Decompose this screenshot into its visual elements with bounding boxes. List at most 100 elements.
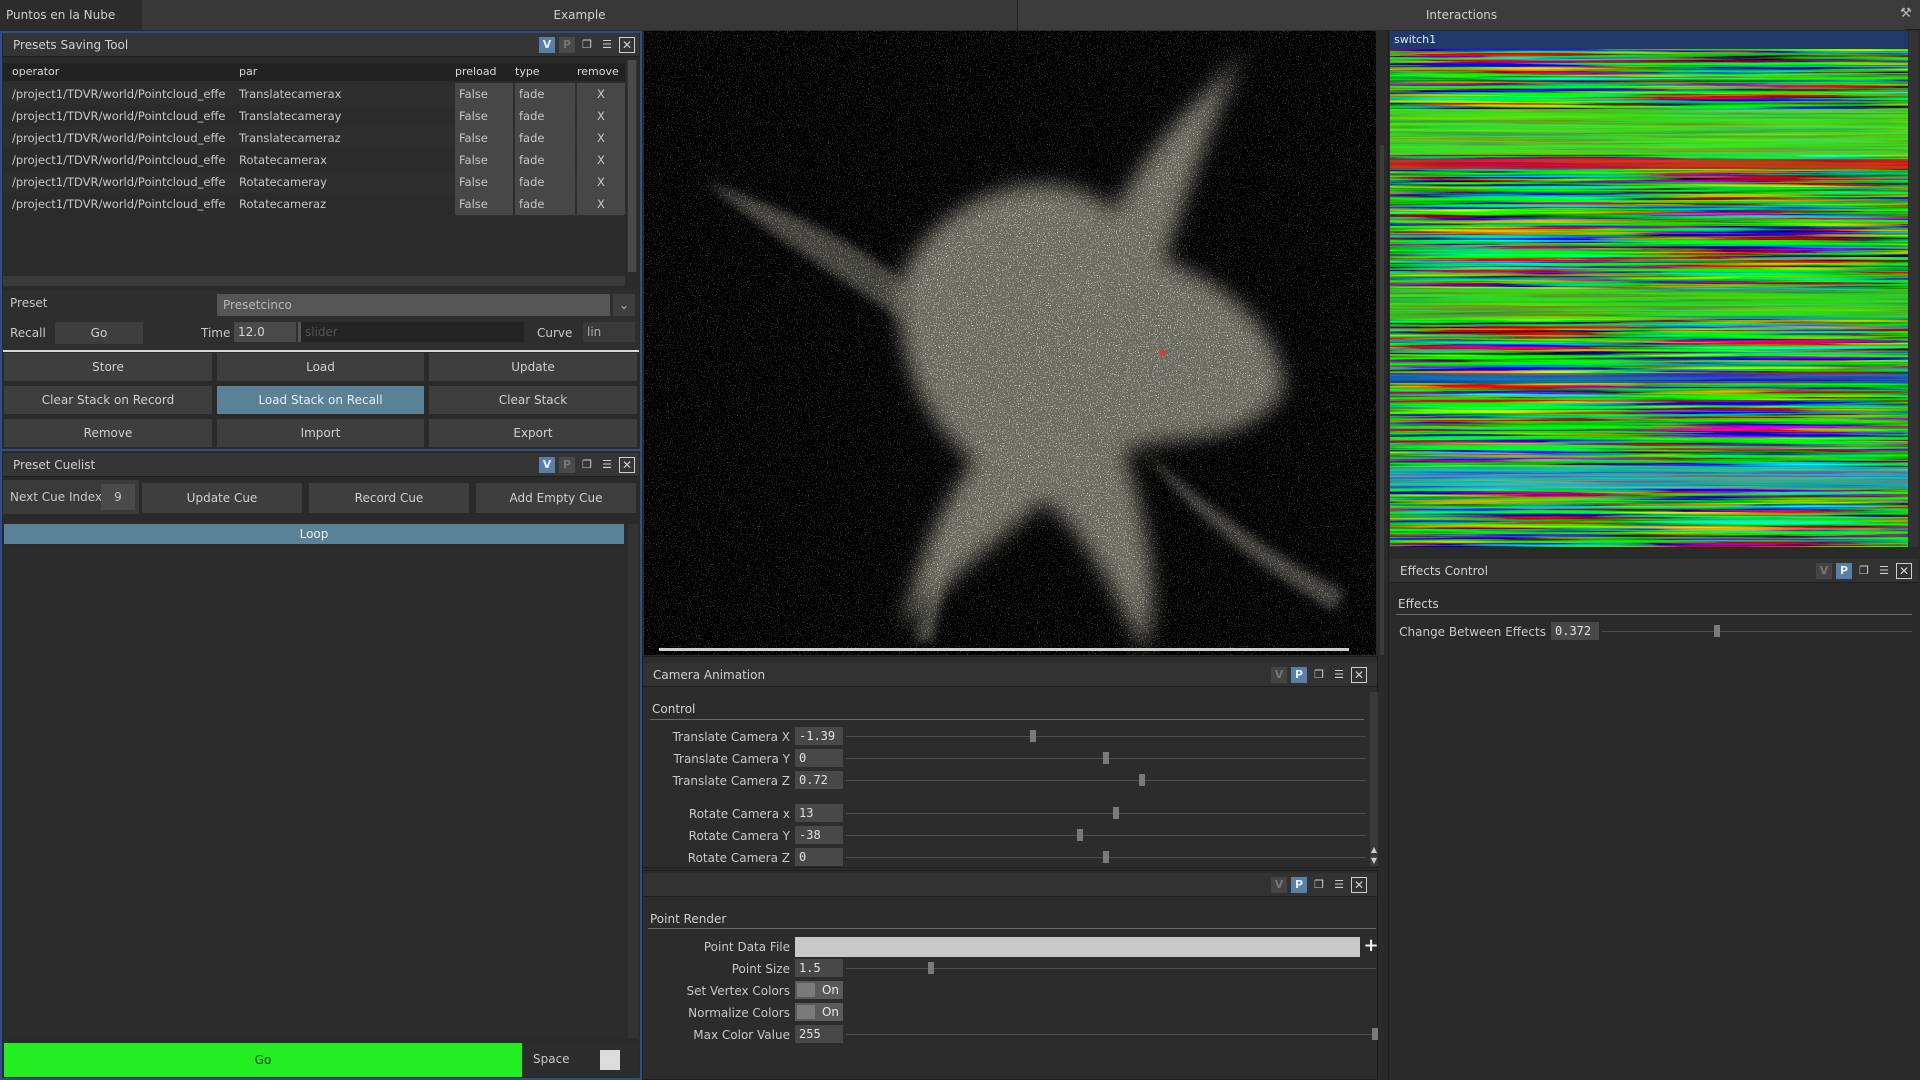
viewport-splitter[interactable]: [1380, 145, 1384, 655]
camera-param-knob[interactable]: [1139, 774, 1145, 786]
point-size-slider[interactable]: [846, 968, 1376, 969]
export-button[interactable]: Export: [429, 419, 637, 447]
camera-scrollbar[interactable]: [1370, 692, 1378, 866]
tab-interactions[interactable]: Interactions: [1017, 0, 1905, 30]
camera-param-field[interactable]: -38: [795, 826, 843, 844]
menu-icon[interactable]: ☰: [1331, 877, 1347, 893]
record-cue-button[interactable]: Record Cue: [309, 483, 469, 513]
time-slider[interactable]: slider: [298, 322, 524, 342]
scroll-arrows-icon[interactable]: ▲ ▼: [1370, 844, 1378, 866]
max-color-slider[interactable]: [846, 1034, 1376, 1035]
viewer-toggle-icon[interactable]: V: [1816, 563, 1832, 579]
copy-icon[interactable]: ❐: [579, 457, 595, 473]
cell-preload[interactable]: False: [455, 105, 513, 127]
close-icon[interactable]: ✕: [619, 37, 635, 53]
cell-preload[interactable]: False: [455, 149, 513, 171]
cell-preload[interactable]: False: [455, 83, 513, 105]
camera-param-knob[interactable]: [1030, 730, 1036, 742]
time-field[interactable]: 12.0: [234, 322, 296, 342]
recall-go-button[interactable]: Go: [55, 322, 143, 344]
remove-button[interactable]: Remove: [4, 419, 212, 447]
menu-icon[interactable]: ☰: [1876, 563, 1892, 579]
camera-param-slider[interactable]: [846, 813, 1366, 814]
change-between-effects-field[interactable]: 0.372: [1551, 622, 1599, 640]
close-icon[interactable]: ✕: [1351, 877, 1367, 893]
cell-remove[interactable]: X: [577, 83, 625, 105]
table-row[interactable]: /project1/TDVR/world/Pointcloud_effe Tran…: [3, 127, 625, 149]
camera-param-field[interactable]: 0: [795, 848, 843, 866]
cell-remove[interactable]: X: [577, 193, 625, 215]
next-cue-field[interactable]: 9: [101, 484, 135, 510]
cell-preload[interactable]: False: [455, 171, 513, 193]
tab-puntos[interactable]: Puntos en la Nube: [0, 0, 142, 30]
table-hscrollbar[interactable]: [3, 276, 625, 286]
point-size-field[interactable]: 1.5: [795, 959, 843, 977]
table-row[interactable]: /project1/TDVR/world/Pointcloud_effe Tran…: [3, 105, 625, 127]
param-toggle-icon[interactable]: P: [559, 457, 575, 473]
clear-stack-button[interactable]: Clear Stack: [429, 386, 637, 414]
cell-type[interactable]: fade: [515, 171, 575, 193]
store-button[interactable]: Store: [4, 353, 212, 381]
menu-icon[interactable]: ☰: [1331, 667, 1347, 683]
camera-param-knob[interactable]: [1103, 851, 1109, 863]
preset-select[interactable]: Presetcinco: [217, 294, 610, 316]
cell-type[interactable]: fade: [515, 193, 575, 215]
update-cue-button[interactable]: Update Cue: [142, 483, 302, 513]
chevron-down-icon[interactable]: ⌄: [613, 294, 635, 316]
cell-type[interactable]: fade: [515, 149, 575, 171]
table-row[interactable]: /project1/TDVR/world/Pointcloud_effe Rota…: [3, 149, 625, 171]
add-file-icon[interactable]: +: [1363, 936, 1379, 956]
cell-type[interactable]: fade: [515, 127, 575, 149]
set-vertex-colors-toggle[interactable]: On: [795, 981, 843, 999]
close-icon[interactable]: ✕: [1896, 563, 1912, 579]
cell-preload[interactable]: False: [455, 127, 513, 149]
viewer-toggle-icon[interactable]: V: [539, 457, 555, 473]
camera-param-knob[interactable]: [1113, 807, 1119, 819]
camera-param-slider[interactable]: [846, 835, 1366, 836]
cell-type[interactable]: fade: [515, 83, 575, 105]
menu-icon[interactable]: ☰: [599, 37, 615, 53]
camera-param-slider[interactable]: [846, 780, 1366, 781]
param-toggle-icon[interactable]: P: [559, 37, 575, 53]
menu-icon[interactable]: ☰: [599, 457, 615, 473]
camera-param-knob[interactable]: [1077, 829, 1083, 841]
camera-param-knob[interactable]: [1103, 752, 1109, 764]
param-toggle-icon[interactable]: P: [1291, 667, 1307, 683]
tab-example[interactable]: Example: [142, 0, 1017, 30]
cell-remove[interactable]: X: [577, 127, 625, 149]
table-row[interactable]: /project1/TDVR/world/Pointcloud_effe Rota…: [3, 193, 625, 215]
space-toggle[interactable]: [600, 1050, 620, 1070]
point-data-file-field[interactable]: [795, 937, 1360, 957]
copy-icon[interactable]: ❐: [1856, 563, 1872, 579]
copy-icon[interactable]: ❐: [579, 37, 595, 53]
param-toggle-icon[interactable]: P: [1836, 563, 1852, 579]
viewer-toggle-icon[interactable]: V: [539, 37, 555, 53]
close-icon[interactable]: ✕: [619, 457, 635, 473]
camera-param-field[interactable]: 0: [795, 749, 843, 767]
cell-remove[interactable]: X: [577, 149, 625, 171]
wrench-icon[interactable]: ⚒: [1900, 6, 1914, 21]
table-scrollbar[interactable]: [627, 60, 637, 272]
table-row[interactable]: /project1/TDVR/world/Pointcloud_effe Tran…: [3, 83, 625, 105]
load-stack-on-recall-button[interactable]: Load Stack on Recall: [217, 386, 424, 414]
change-between-effects-slider[interactable]: [1602, 631, 1912, 632]
camera-param-field[interactable]: 0.72: [795, 771, 843, 789]
loop-button[interactable]: Loop: [4, 524, 624, 544]
cell-preload[interactable]: False: [455, 193, 513, 215]
pointcloud-viewport[interactable]: [644, 31, 1376, 655]
close-icon[interactable]: ✕: [1351, 667, 1367, 683]
camera-param-field[interactable]: -1.39: [795, 727, 843, 745]
viewer-toggle-icon[interactable]: V: [1271, 877, 1287, 893]
viewer-scrollbar[interactable]: [1909, 31, 1918, 547]
camera-param-field[interactable]: 13: [795, 804, 843, 822]
normalize-colors-toggle[interactable]: On: [795, 1003, 843, 1021]
viewer-toggle-icon[interactable]: V: [1271, 667, 1287, 683]
point-size-knob[interactable]: [928, 962, 934, 974]
cell-remove[interactable]: X: [577, 171, 625, 193]
max-color-field[interactable]: 255: [795, 1025, 843, 1043]
change-between-effects-knob[interactable]: [1714, 625, 1720, 637]
update-button[interactable]: Update: [429, 353, 637, 381]
camera-param-slider[interactable]: [846, 736, 1366, 737]
import-button[interactable]: Import: [217, 419, 424, 447]
copy-icon[interactable]: ❐: [1311, 877, 1327, 893]
